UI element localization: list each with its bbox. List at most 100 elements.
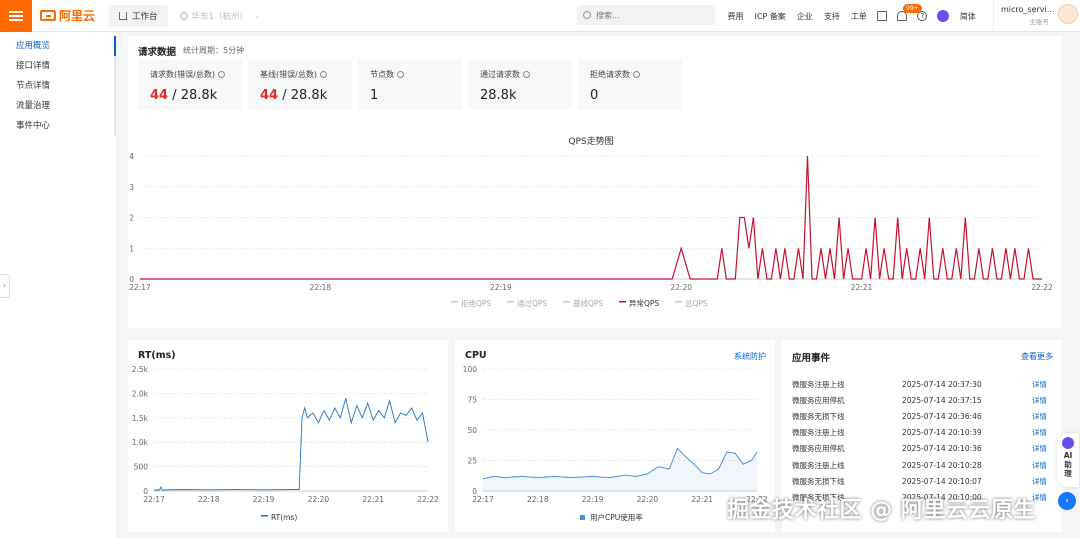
sidebar-divider: [114, 36, 116, 136]
aliyun-logo-icon: [40, 10, 56, 21]
x-tick-label: 22:17: [129, 283, 151, 292]
y-tick-label: 1.5k: [132, 414, 149, 423]
sidebar: 应用概览 接口详情 节点详情 流量治理 事件中心: [0, 32, 116, 538]
region-selector[interactable]: 华东1（杭州） ⌄: [179, 10, 260, 22]
legend-swatch: [261, 515, 268, 517]
y-tick-label: 25: [467, 457, 477, 466]
ai-assistant-icon: [1062, 437, 1074, 449]
sidebar-item-events[interactable]: 事件中心: [0, 116, 116, 136]
events-list: 微服务注册上线 2025-07-14 20:37:30 详情 微服务应用停机 2025-…: [792, 376, 1054, 506]
x-tick-label: 22:21: [851, 283, 873, 292]
event-time: 2025-07-14 20:10:36: [902, 444, 982, 454]
event-detail-link[interactable]: 详情: [1032, 379, 1047, 390]
hamburger-icon: [9, 10, 23, 21]
legend-swatch: [451, 301, 458, 303]
rt-panel: RT(ms) 0 500 1.0k 1.5k 2.0k 2.5k 22:17 22:18 22:…: [128, 340, 448, 532]
y-tick-label: 2: [129, 214, 134, 223]
event-name: 微服务注册上线: [792, 379, 845, 389]
logo[interactable]: 阿里云: [40, 7, 95, 24]
event-detail-link[interactable]: 详情: [1032, 443, 1047, 454]
screen-icon[interactable]: [877, 11, 888, 21]
legend-label: RT(ms): [271, 513, 297, 522]
search-input[interactable]: [596, 10, 706, 20]
event-detail-link[interactable]: 详情: [1032, 411, 1047, 422]
legend-label: 拒绝QPS: [461, 298, 491, 308]
y-tick-label: 4: [129, 152, 134, 161]
x-tick-label: 22:22: [417, 495, 439, 504]
sidebar-item-traffic[interactable]: 流量治理: [0, 96, 116, 116]
event-row: 微服务注册上线 2025-07-14 20:10:28 详情: [792, 457, 1054, 473]
view-more-link[interactable]: 查看更多: [1021, 351, 1053, 362]
x-tick-label: 22:21: [691, 495, 713, 504]
event-row: 微服务注册上线 2025-07-14 20:37:30 详情: [792, 376, 1054, 392]
event-row: 微服务应用停机 2025-07-14 20:37:15 详情: [792, 392, 1054, 408]
workbench-button[interactable]: 工作台: [109, 4, 168, 27]
watermark: 掘金技术社区 @ 阿里云云原生: [727, 498, 1036, 523]
event-row: 微服务无损下线 2025-07-14 20:36:46 详情: [792, 408, 1054, 424]
menu-button[interactable]: [0, 0, 32, 32]
event-name: 微服务无损下线: [792, 476, 845, 486]
legend-label: 通过QPS: [517, 298, 547, 308]
avatar[interactable]: [1058, 4, 1078, 24]
y-tick-label: 2.5k: [132, 365, 149, 374]
search-box[interactable]: [577, 5, 715, 25]
x-tick-label: 22:20: [637, 495, 659, 504]
event-name: 微服务应用停机: [792, 395, 845, 405]
nav-support[interactable]: 支持: [824, 11, 840, 22]
event-time: 2025-07-14 20:37:15: [902, 395, 982, 405]
rt-chart: 05001.0k1.5k2.0k2.5k22:17 22:18 22:19 22:20…: [132, 365, 439, 522]
y-tick-label: 50: [467, 426, 477, 435]
user-menu[interactable]: micro_servi... 主账号: [993, 0, 1055, 32]
ai-assistant-button[interactable]: AI助理: [1057, 433, 1079, 487]
ai-assistant-icon[interactable]: [937, 10, 950, 22]
legend-label: 异常QPS: [629, 299, 659, 308]
x-tick-label: 22:19: [253, 495, 275, 504]
series-area: [483, 448, 757, 491]
y-tick-label: 75: [467, 396, 477, 405]
x-tick-label: 22:19: [490, 283, 512, 292]
sidebar-collapse-button[interactable]: ›: [0, 274, 10, 298]
event-row: 微服务应用停机 2025-07-14 20:10:36 详情: [792, 441, 1054, 457]
events-title: 应用事件: [792, 353, 831, 364]
event-detail-link[interactable]: 详情: [1032, 427, 1047, 438]
legend-swatch: [619, 301, 626, 303]
event-time: 2025-07-14 20:10:39: [902, 428, 982, 438]
series-line: [154, 398, 429, 491]
nav-enterprise[interactable]: 企业: [797, 11, 813, 22]
top-nav: 费用 ICP 备案 企业 支持 工单 ? 简体: [722, 0, 981, 32]
nav-fees[interactable]: 费用: [728, 11, 744, 22]
region-label: 华东1（杭州）: [191, 11, 248, 22]
legend-label: 总QPS: [685, 298, 708, 308]
x-tick-label: 22:18: [198, 495, 220, 504]
nav-icp[interactable]: ICP 备案: [755, 11, 786, 22]
x-tick-label: 22:18: [527, 495, 549, 504]
logo-text: 阿里云: [59, 9, 96, 23]
event-detail-link[interactable]: 详情: [1032, 395, 1047, 406]
globe-icon: [179, 11, 188, 20]
event-detail-link[interactable]: 详情: [1032, 476, 1047, 487]
request-data-card: 请求数据 统计周期：5分钟 请求数(错误/总数) 44 / 28.8k 基线(错…: [128, 36, 1062, 328]
x-tick-label: 22:17: [472, 495, 494, 504]
y-tick-label: 1.0k: [132, 438, 149, 447]
event-name: 微服务注册上线: [792, 428, 845, 438]
event-time: 2025-07-14 20:37:30: [902, 379, 982, 389]
x-tick-label: 22:19: [582, 495, 604, 504]
collapse-arrow-button[interactable]: ‹: [1058, 492, 1076, 510]
sidebar-item-node-detail[interactable]: 节点详情: [0, 76, 116, 96]
sidebar-item-overview[interactable]: 应用概览: [0, 36, 116, 56]
search-icon: [583, 11, 591, 19]
user-name: micro_servi...: [1001, 5, 1055, 14]
event-detail-link[interactable]: 详情: [1032, 460, 1047, 471]
y-tick-label: 500: [134, 463, 149, 472]
user-role: 主账号: [1029, 18, 1050, 26]
legend-swatch: [580, 515, 585, 520]
top-bar: 阿里云 工作台 华东1（杭州） ⌄ 费用 ICP 备案 企业 支持 工单 ? 简体…: [0, 0, 1080, 32]
legend-swatch: [563, 301, 570, 303]
chart-title: QPS走势图: [568, 135, 613, 147]
nav-ticket[interactable]: 工单: [851, 11, 867, 22]
x-tick-label: 22:22: [1031, 283, 1053, 292]
sidebar-item-api-detail[interactable]: 接口详情: [0, 56, 116, 76]
legend-swatch: [675, 301, 682, 303]
language-switch[interactable]: 简体: [960, 11, 976, 22]
chevron-down-icon: ⌄: [253, 11, 260, 20]
